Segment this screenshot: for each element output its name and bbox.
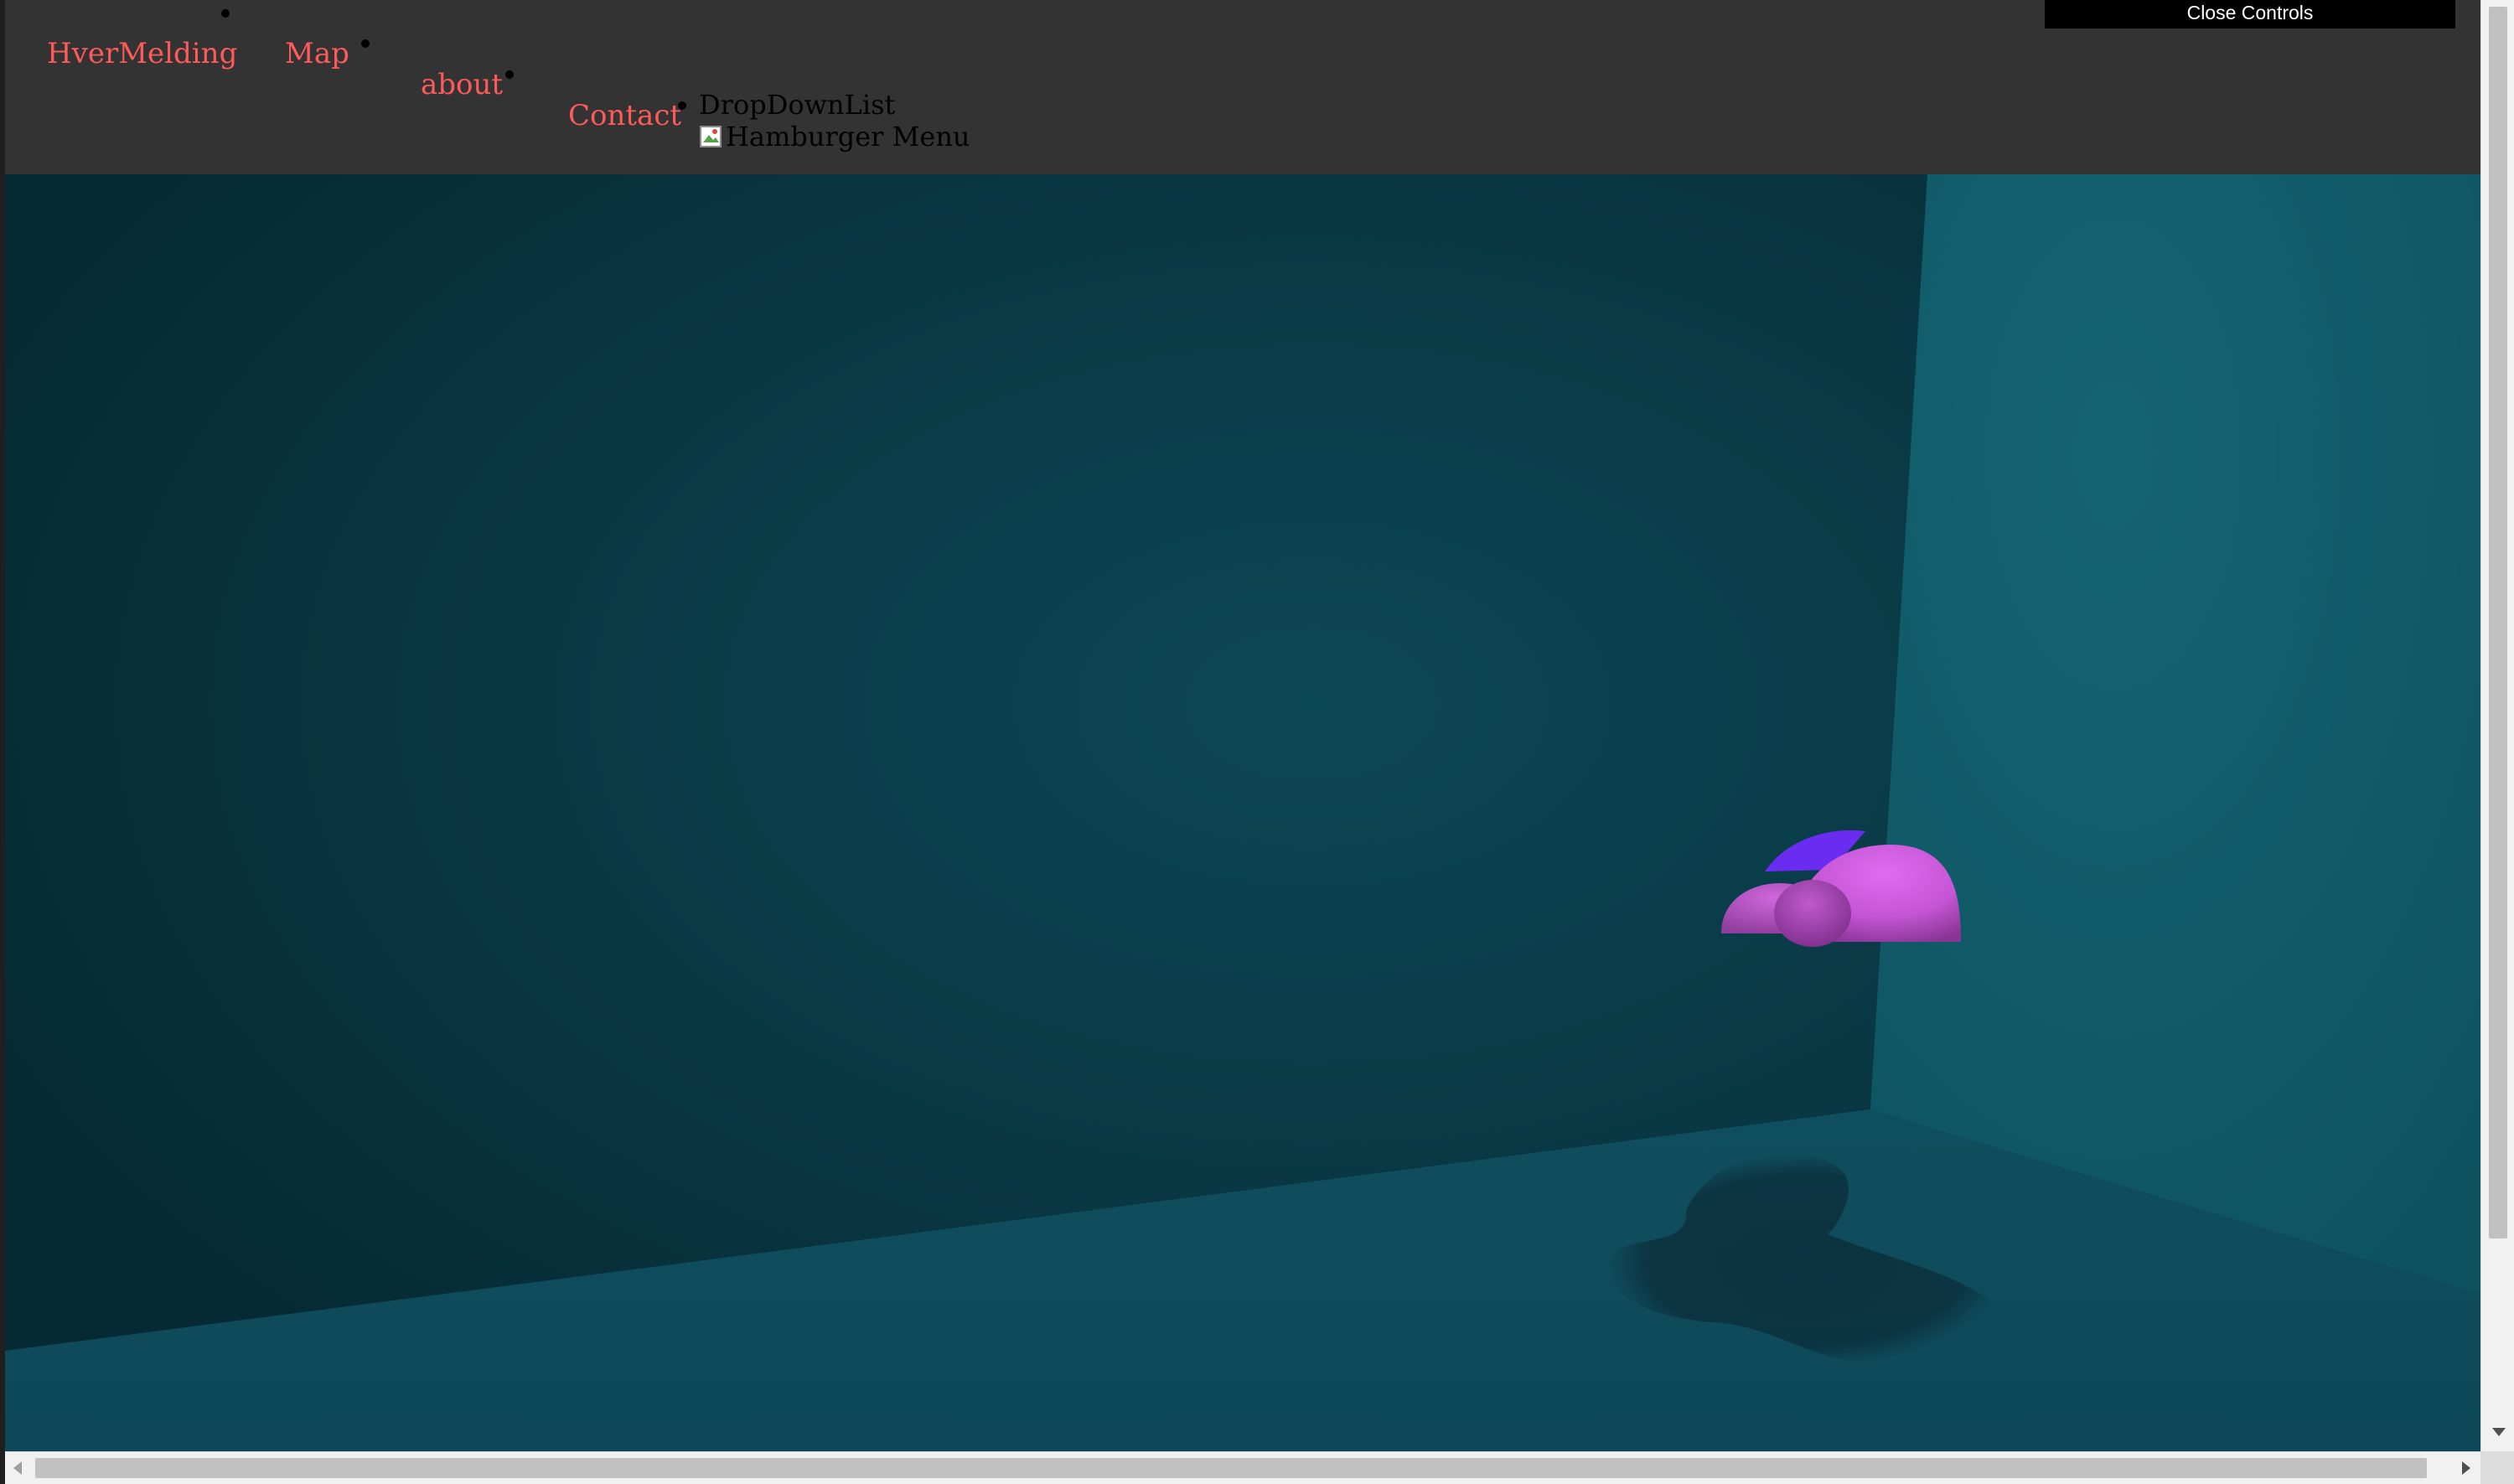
chevron-left-icon[interactable] <box>13 1461 22 1475</box>
right-wall <box>1870 174 2480 1294</box>
scene-room <box>5 174 2480 1451</box>
page: HverMelding Map about Contact DropDownLi… <box>0 0 2514 1484</box>
nav-link-hvermelding[interactable]: HverMelding <box>47 37 237 70</box>
hamburger-menu-button[interactable]: Hamburger Menu <box>699 121 970 153</box>
scrollbar-corner <box>2480 1451 2514 1484</box>
list-bullet <box>505 70 514 79</box>
chevron-right-icon[interactable] <box>2462 1461 2470 1475</box>
dropdown-list-label[interactable]: DropDownList <box>699 89 895 121</box>
nav-link-contact[interactable]: Contact <box>568 99 681 132</box>
nav-link-map[interactable]: Map <box>285 37 349 70</box>
horizontal-scroll-thumb[interactable] <box>35 1458 2427 1478</box>
list-bullet <box>221 9 230 18</box>
hamburger-menu-alt-text: Hamburger Menu <box>726 121 970 153</box>
nav-link-about[interactable]: about <box>421 68 503 101</box>
vertical-scroll-thumb[interactable] <box>2489 7 2507 1238</box>
object-lobe-front <box>1774 880 1851 947</box>
3d-scene-canvas[interactable] <box>5 174 2480 1451</box>
list-bullet <box>361 39 370 48</box>
chevron-down-icon[interactable] <box>2492 1428 2506 1436</box>
broken-image-icon <box>700 126 722 147</box>
close-controls-button[interactable]: Close Controls <box>2045 0 2455 28</box>
horizontal-scrollbar[interactable] <box>5 1451 2480 1484</box>
vertical-scrollbar[interactable] <box>2480 0 2514 1451</box>
